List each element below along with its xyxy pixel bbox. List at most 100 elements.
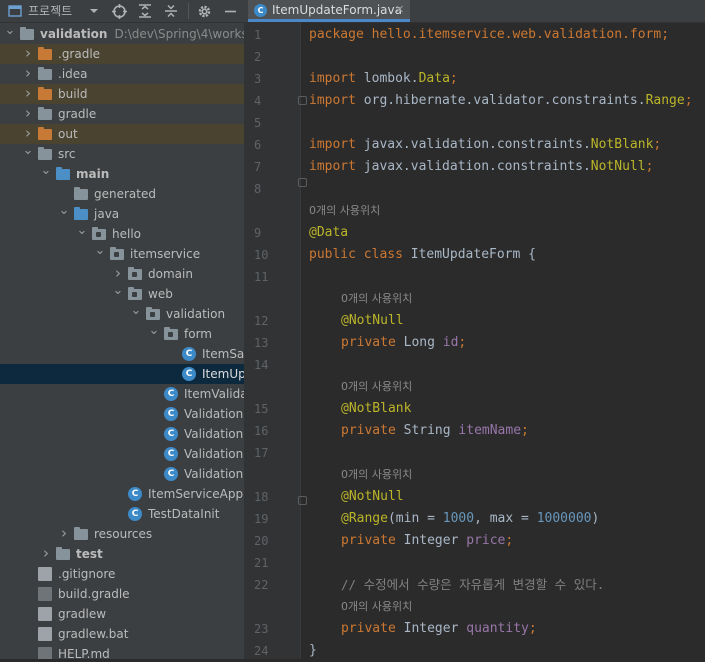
collapse-all-icon[interactable]	[164, 0, 178, 22]
tree-item[interactable]: › gradle	[0, 104, 244, 124]
line-number: 20	[254, 534, 269, 548]
line-number: 5	[254, 116, 262, 130]
usage-hint[interactable]: 0개의 사용위치	[341, 288, 412, 310]
range-annotation: @Range	[341, 511, 388, 526]
class-icon: C	[164, 407, 178, 421]
usage-hint[interactable]: 0개의 사용위치	[341, 376, 412, 398]
tree-item[interactable]: C ValidationIt	[0, 404, 244, 424]
field-type: Integer	[395, 533, 467, 548]
tree-item[interactable]: › .gradle	[0, 44, 244, 64]
tree-item[interactable]: › test	[0, 544, 244, 564]
chevron-right-icon[interactable]: ›	[22, 126, 34, 142]
gear-icon[interactable]	[197, 0, 212, 22]
tree-item[interactable]: C ValidationIt	[0, 464, 244, 484]
usage-hint[interactable]: 0개의 사용위치	[309, 200, 380, 222]
usage-hint[interactable]: 0개의 사용위치	[341, 596, 412, 618]
chevron-right-icon[interactable]: ›	[22, 106, 34, 122]
semicolon: ;	[653, 137, 662, 152]
chevron-down-icon[interactable]: ⌄	[4, 24, 16, 42]
tree-item[interactable]: › .idea	[0, 64, 244, 84]
file-icon	[38, 627, 52, 641]
hide-icon[interactable]	[224, 0, 237, 22]
tree-item[interactable]: ⌄ src	[0, 144, 244, 164]
tree-item[interactable]: ⌄ validation D:\dev\Spring\4\worksp	[0, 24, 244, 44]
tree-item[interactable]: HELP.md	[0, 644, 244, 659]
import-path: lombok.	[355, 71, 419, 86]
class-icon: C	[128, 507, 142, 521]
tree-item[interactable]: ⌄ validation	[0, 304, 244, 324]
chevron-down-icon[interactable]: ⌄	[58, 204, 70, 222]
tree-item[interactable]: ⌄ form	[0, 324, 244, 344]
chevron-down-icon[interactable]: ⌄	[130, 304, 142, 322]
field-type: Integer	[395, 621, 467, 636]
chevron-down-icon[interactable]: ⌄	[94, 244, 106, 262]
semicolon: ;	[528, 621, 537, 636]
import-path: javax.validation.constraints.	[355, 159, 591, 174]
usage-hint[interactable]: 0개의 사용위치	[341, 464, 412, 486]
tree-item[interactable]: › out	[0, 124, 244, 144]
chevron-down-icon[interactable]: ⌄	[76, 224, 88, 242]
project-toolbar: 프로젝트	[0, 0, 244, 23]
source-folder-icon	[56, 167, 70, 180]
tree-item[interactable]: ⌄ java	[0, 204, 244, 224]
tree-item[interactable]: C ValidationIt	[0, 424, 244, 444]
tree-item[interactable]: ⌄ hello	[0, 224, 244, 244]
fold-marker-icon[interactable]	[298, 178, 307, 187]
tree-item-label: .gitignore	[58, 567, 116, 581]
chevron-down-icon[interactable]: ⌄	[40, 164, 52, 182]
chevron-right-icon[interactable]: ›	[112, 266, 124, 282]
tree-item-label: form	[184, 327, 212, 341]
project-view-label[interactable]: 프로젝트	[28, 0, 72, 22]
chevron-down-icon[interactable]: ⌄	[22, 144, 34, 162]
tree-item[interactable]: › domain	[0, 264, 244, 284]
tree-item[interactable]: C ValidationIt	[0, 444, 244, 464]
tree-item[interactable]: gradlew	[0, 604, 244, 624]
line-number: 13	[254, 336, 269, 350]
tab-itemupdateform[interactable]: C ItemUpdateForm.java ✕	[248, 0, 410, 22]
class-icon: C	[164, 387, 178, 401]
tree-item[interactable]: C ItemUpc	[0, 364, 244, 384]
chevron-down-icon[interactable]: ⌄	[148, 324, 160, 342]
chevron-right-icon[interactable]: ›	[58, 526, 70, 542]
code-line-4: import org.hibernate.validator.constrain…	[309, 90, 693, 112]
tree-item-label: .gradle	[58, 47, 101, 61]
tree-item-label: build	[58, 87, 88, 101]
tree-item[interactable]: .gitignore	[0, 564, 244, 584]
project-view-icon[interactable]	[8, 0, 22, 22]
package-icon	[164, 327, 178, 340]
tree-item[interactable]: ⌄ main	[0, 164, 244, 184]
tree-item[interactable]: ⌄ web	[0, 284, 244, 304]
chevron-right-icon[interactable]: ›	[40, 546, 52, 562]
private-keyword: private	[341, 423, 396, 438]
tree-item[interactable]: C ItemValidat	[0, 384, 244, 404]
locate-file-icon[interactable]	[112, 0, 127, 22]
chevron-right-icon[interactable]: ›	[22, 86, 34, 102]
chevron-down-icon[interactable]: ⌄	[112, 284, 124, 302]
line-number: 4	[254, 94, 262, 108]
chevron-right-icon[interactable]: ›	[22, 46, 34, 62]
code-line-15: @NotBlank	[341, 401, 412, 416]
tree-item[interactable]: › build	[0, 84, 244, 104]
tree-item[interactable]: generated	[0, 184, 244, 204]
class-icon: C	[164, 447, 178, 461]
close-icon[interactable]: ✕	[395, 0, 404, 19]
tree-item[interactable]: › resources	[0, 524, 244, 544]
fold-marker-icon[interactable]	[298, 96, 307, 105]
fold-marker-icon[interactable]	[298, 496, 307, 505]
tree-item[interactable]: C TestDataInit	[0, 504, 244, 524]
spring-class-icon: C	[128, 487, 142, 501]
import-keyword: import	[309, 93, 356, 108]
tree-item[interactable]: gradlew.bat	[0, 624, 244, 644]
tree-item[interactable]: C ItemSav	[0, 344, 244, 364]
line-number: 14	[254, 358, 269, 372]
chevron-down-icon[interactable]	[89, 0, 99, 22]
chevron-right-icon[interactable]: ›	[22, 66, 34, 82]
line-number: 23	[254, 622, 269, 636]
expand-all-icon[interactable]	[138, 0, 152, 22]
tree-item-label: domain	[148, 267, 193, 281]
tree-item[interactable]: build.gradle	[0, 584, 244, 604]
semicolon: ;	[521, 423, 529, 438]
tree-item[interactable]: ⌄ itemservice	[0, 244, 244, 264]
code-line-3: import lombok.Data;	[309, 68, 458, 90]
tree-item[interactable]: C ItemServiceApplic	[0, 484, 244, 504]
